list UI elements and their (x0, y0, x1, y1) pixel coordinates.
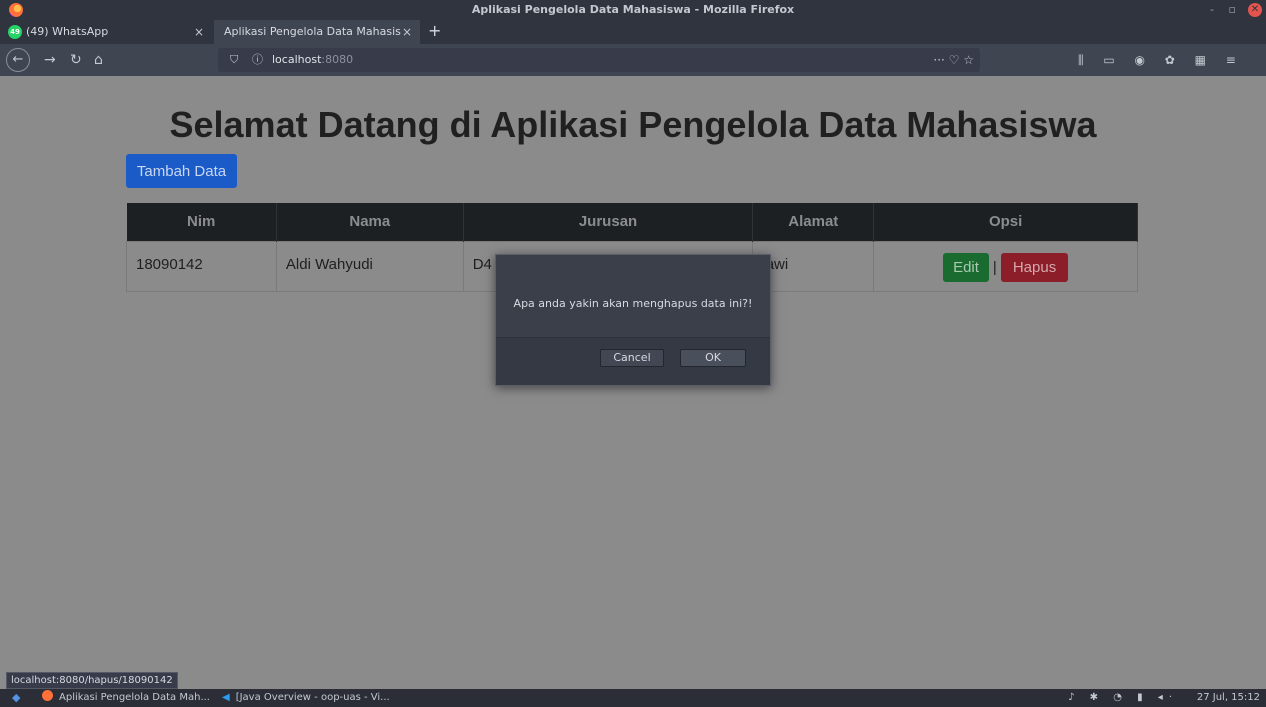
page-title: Selamat Datang di Aplikasi Pengelola Dat… (169, 104, 1097, 145)
whatsapp-icon: 49 (8, 25, 22, 39)
dialog-message: Apa anda yakin akan menghapus data ini?! (513, 297, 753, 310)
taskbar-vscode[interactable]: ◀ [Java Overview - oop-uas - Vi... (222, 689, 390, 707)
taskbar: ◆ Aplikasi Pengelola Data Mah... ◀ [Java … (0, 689, 1266, 707)
shield-icon: ⛉ (230, 53, 239, 66)
taskbar-firefox[interactable]: Aplikasi Pengelola Data Mah... (42, 689, 210, 707)
header-alamat: Alamat (752, 203, 875, 241)
toolbar-icons[interactable]: ⫼ ▭ ◉ ✿ ▦ ≡ (1078, 44, 1244, 76)
status-url-tooltip: localhost:8080/hapus/18090142 (6, 672, 178, 689)
tab-aplikasi[interactable]: Aplikasi Pengelola Data Mahasis × (214, 20, 420, 44)
header-opsi: Opsi (873, 203, 1138, 241)
start-menu-icon[interactable]: ◆ (12, 689, 20, 707)
tab-label: Aplikasi Pengelola Data Mahasis (224, 25, 401, 38)
window-title: Aplikasi Pengelola Data Mahasiswa - Mozi… (471, 3, 795, 16)
minimize-button[interactable]: - (1210, 3, 1214, 16)
url-bar[interactable]: ⛉ ⓘ localhost:8080 ··· ♡ ☆ (218, 48, 980, 72)
taskbar-firefox-label: Aplikasi Pengelola Data Mah... (59, 692, 210, 703)
back-button[interactable]: ← (6, 48, 30, 72)
window-titlebar: Aplikasi Pengelola Data Mahasiswa - Mozi… (0, 0, 1266, 20)
page-viewport: Selamat Datang di Aplikasi Pengelola Dat… (0, 76, 1266, 689)
reload-button[interactable]: ↻ (70, 44, 82, 76)
forward-button[interactable]: → (44, 44, 56, 76)
tab-close-button[interactable]: × (402, 20, 412, 44)
taskbar-vscode-label: [Java Overview - oop-uas - Vi... (235, 692, 390, 703)
add-data-button[interactable]: Tambah Data (126, 154, 237, 188)
table-header-row: Nim Nama Jurusan Alamat Opsi (126, 203, 1138, 241)
header-nama: Nama (276, 203, 464, 241)
home-button[interactable]: ⌂ (94, 44, 103, 76)
header-jurusan: Jurusan (463, 203, 754, 241)
url-text: localhost:8080 (272, 53, 354, 66)
vscode-icon: ◀ (222, 692, 230, 703)
confirm-dialog: Apa anda yakin akan menghapus data ini?!… (495, 254, 771, 386)
maximize-button[interactable]: ▫ (1229, 3, 1236, 16)
window-close-button[interactable]: ✕ (1248, 3, 1262, 17)
info-icon[interactable]: ⓘ (252, 48, 263, 72)
cancel-button[interactable]: Cancel (600, 349, 664, 367)
url-actions[interactable]: ··· ♡ ☆ (933, 48, 974, 72)
cell-nama: Aldi Wahyudi (275, 240, 464, 292)
ok-button[interactable]: OK (680, 349, 746, 367)
delete-button[interactable]: Hapus (1000, 252, 1069, 282)
cell-nim: 18090142 (126, 240, 277, 292)
nav-bar: ← → ↻ ⌂ ⛉ ⓘ localhost:8080 ··· ♡ ☆ ⫼ ▭ ◉… (0, 44, 1266, 76)
tab-strip: 49 (49) WhatsApp × Aplikasi Pengelola Da… (0, 20, 1266, 44)
tab-whatsapp[interactable]: 49 (49) WhatsApp × (0, 20, 212, 44)
tab-close-button[interactable]: × (194, 20, 204, 44)
tab-label: (49) WhatsApp (26, 25, 109, 38)
clock[interactable]: 27 Jul, 15:12 (1197, 689, 1260, 707)
new-tab-button[interactable]: + (428, 20, 441, 42)
edit-button[interactable]: Edit (943, 252, 989, 282)
cell-opsi: Edit | Hapus (873, 240, 1138, 292)
separator: | (992, 258, 997, 276)
firefox-icon (42, 690, 53, 701)
header-nim: Nim (126, 203, 277, 241)
system-tray-icons[interactable]: ♪ ✱ ◔ ▮ ◂· (1068, 689, 1178, 707)
